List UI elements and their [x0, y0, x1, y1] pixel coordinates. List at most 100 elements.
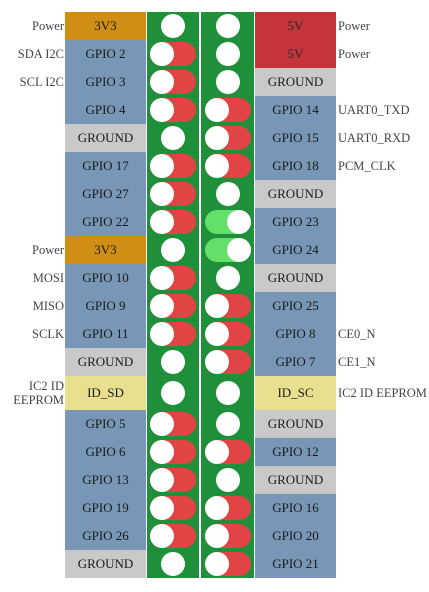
right-pin-toggle[interactable]: [205, 440, 251, 464]
left-pin-cell: [147, 264, 199, 292]
left-function-label: Power: [32, 19, 64, 33]
toggle-knob: [150, 496, 174, 520]
toggle-knob: [161, 381, 185, 405]
left-pin-cell: [147, 320, 199, 348]
right-pin-toggle[interactable]: [205, 154, 251, 178]
right-pin-cell: [201, 96, 254, 124]
pin-row: GPIO 5 GROUND: [0, 410, 429, 438]
left-pin-toggle[interactable]: [150, 238, 196, 262]
left-pin-cell: [147, 292, 199, 320]
right-pin-toggle[interactable]: [205, 98, 251, 122]
left-pin-toggle[interactable]: [150, 440, 196, 464]
pin-row: MOSI GPIO 10 GROUND: [0, 264, 429, 292]
right-pin-toggle[interactable]: [205, 238, 251, 262]
left-pin-toggle[interactable]: [150, 210, 196, 234]
left-pin-toggle[interactable]: [150, 182, 196, 206]
toggle-knob: [150, 98, 174, 122]
left-pin-cell: [147, 96, 199, 124]
right-pin-cell: [201, 466, 254, 494]
toggle-knob: [150, 42, 174, 66]
toggle-knob: [150, 468, 174, 492]
right-pin-toggle[interactable]: [205, 322, 251, 346]
left-pin-toggle[interactable]: [150, 322, 196, 346]
left-pin-toggle[interactable]: [150, 266, 196, 290]
left-pin-toggle[interactable]: [150, 381, 196, 405]
right-pin-cell: [201, 550, 254, 578]
left-pin-toggle[interactable]: [150, 98, 196, 122]
right-pin-label: GPIO 24: [255, 236, 336, 264]
right-pin-label: GPIO 21: [255, 550, 336, 578]
left-pin-label: 3V3: [65, 236, 146, 264]
right-pin-toggle[interactable]: [205, 381, 251, 405]
right-pin-toggle[interactable]: [205, 42, 251, 66]
right-pin-toggle[interactable]: [205, 552, 251, 576]
left-pin-toggle[interactable]: [150, 42, 196, 66]
toggle-knob: [216, 42, 240, 66]
right-function-label: [338, 550, 429, 578]
left-function-label: [0, 124, 64, 152]
toggle-knob: [216, 70, 240, 94]
right-function-label: CE1_N: [338, 355, 376, 369]
left-pin-toggle[interactable]: [150, 468, 196, 492]
right-pin-cell: [201, 292, 254, 320]
right-pin-toggle[interactable]: [205, 468, 251, 492]
left-function-label: [0, 550, 64, 578]
pin-row: GROUND GPIO 7 CE1_N: [0, 348, 429, 376]
left-pin-toggle[interactable]: [150, 524, 196, 548]
left-pin-toggle[interactable]: [150, 70, 196, 94]
left-pin-toggle[interactable]: [150, 126, 196, 150]
left-pin-cell: [147, 410, 199, 438]
right-pin-toggle[interactable]: [205, 14, 251, 38]
toggle-knob: [205, 98, 229, 122]
toggle-knob: [150, 412, 174, 436]
pin-row: GPIO 6 GPIO 12: [0, 438, 429, 466]
right-pin-toggle[interactable]: [205, 496, 251, 520]
right-function-label: Power: [338, 19, 370, 33]
right-pin-label: 5V: [255, 12, 336, 40]
pin-row: GPIO 13 GROUND: [0, 466, 429, 494]
pin-row: IC2 ID EEPROM ID_SD ID_SC IC2 ID EEPROM: [0, 376, 429, 410]
right-pin-label: GROUND: [255, 180, 336, 208]
right-pin-toggle[interactable]: [205, 412, 251, 436]
left-pin-toggle[interactable]: [150, 14, 196, 38]
left-function-label: SCLK: [32, 327, 64, 341]
right-pin-label: ID_SC: [255, 376, 336, 410]
toggle-knob: [150, 524, 174, 548]
left-pin-toggle[interactable]: [150, 552, 196, 576]
right-pin-toggle[interactable]: [205, 182, 251, 206]
pin-row: SCLK GPIO 11 GPIO 8 CE0_N: [0, 320, 429, 348]
toggle-knob: [216, 412, 240, 436]
right-pin-toggle[interactable]: [205, 210, 251, 234]
right-function-label: [338, 208, 429, 236]
left-pin-label: GPIO 22: [65, 208, 146, 236]
right-pin-toggle[interactable]: [205, 266, 251, 290]
left-pin-cell: [147, 466, 199, 494]
left-pin-label: GPIO 19: [65, 494, 146, 522]
right-pin-toggle[interactable]: [205, 70, 251, 94]
left-pin-toggle[interactable]: [150, 496, 196, 520]
toggle-knob: [161, 238, 185, 262]
left-pin-cell: [147, 152, 199, 180]
right-pin-toggle[interactable]: [205, 524, 251, 548]
toggle-knob: [216, 14, 240, 38]
pin-row: MISO GPIO 9 GPIO 25: [0, 292, 429, 320]
right-pin-toggle[interactable]: [205, 350, 251, 374]
right-pin-label: GPIO 8: [255, 320, 336, 348]
right-pin-toggle[interactable]: [205, 126, 251, 150]
right-pin-label: GPIO 20: [255, 522, 336, 550]
left-function-label: [0, 96, 64, 124]
left-pin-label: GPIO 4: [65, 96, 146, 124]
right-function-label: [338, 410, 429, 438]
right-function-label: [338, 466, 429, 494]
toggle-knob: [150, 322, 174, 346]
left-pin-toggle[interactable]: [150, 154, 196, 178]
pin-row: GROUND GPIO 21: [0, 550, 429, 578]
left-pin-toggle[interactable]: [150, 412, 196, 436]
toggle-knob: [216, 381, 240, 405]
pin-row: GPIO 4 GPIO 14 UART0_TXD: [0, 96, 429, 124]
toggle-knob: [150, 440, 174, 464]
left-pin-toggle[interactable]: [150, 294, 196, 318]
right-pin-toggle[interactable]: [205, 294, 251, 318]
left-pin-toggle[interactable]: [150, 350, 196, 374]
left-pin-label: GPIO 3: [65, 68, 146, 96]
